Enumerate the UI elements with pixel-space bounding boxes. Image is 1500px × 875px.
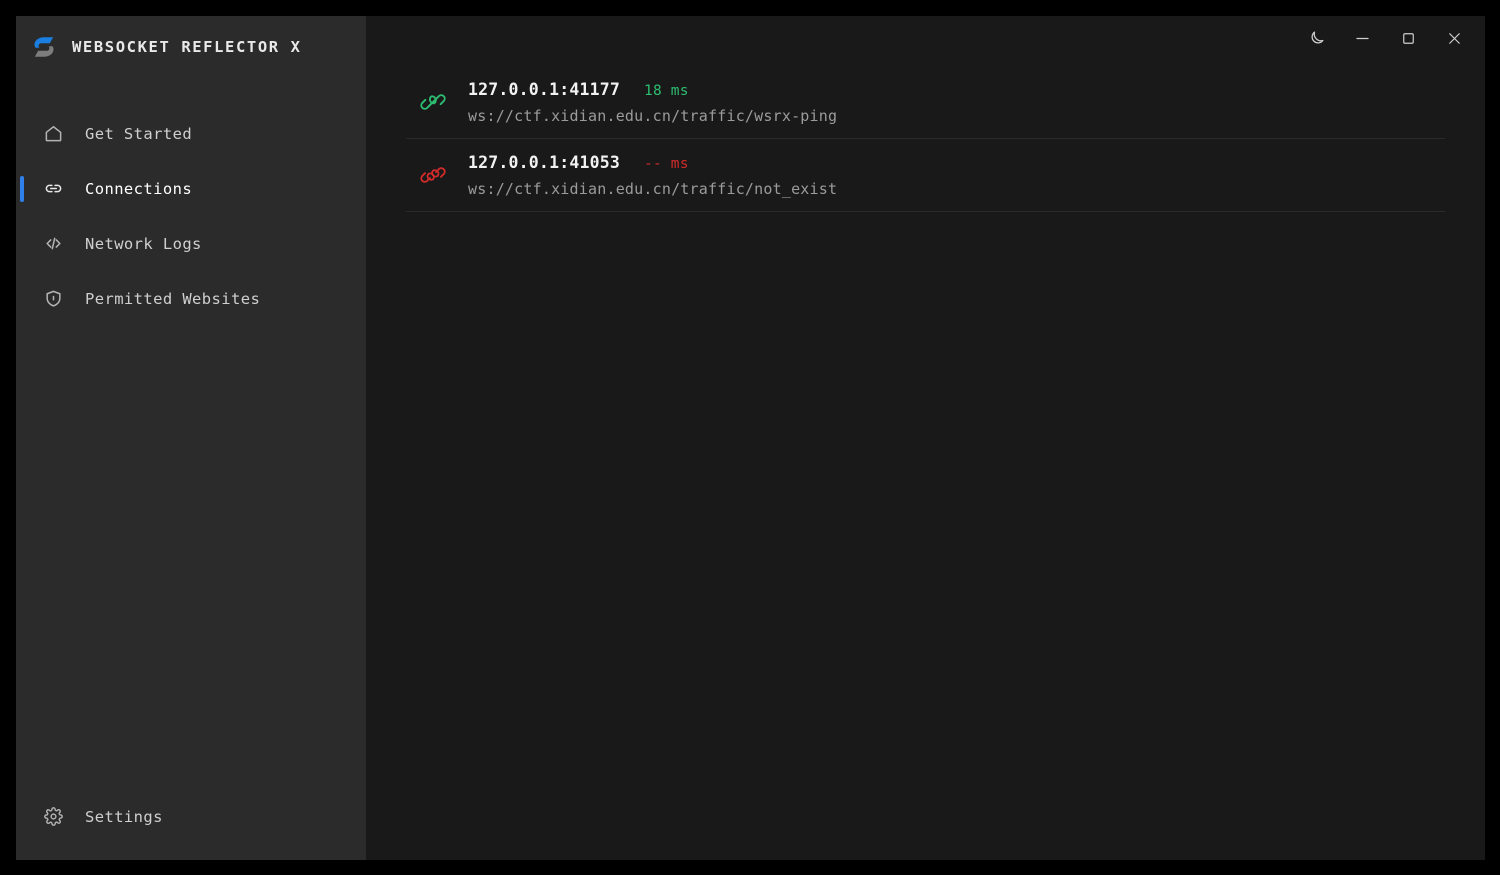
- close-icon: [1445, 29, 1464, 48]
- theme-toggle-button[interactable]: [1293, 21, 1339, 55]
- connection-row[interactable]: 127.0.0.1:41053 -- ms ws://ctf.xidian.ed…: [406, 139, 1445, 212]
- sidebar-bottom-nav: Settings: [16, 789, 366, 844]
- connection-info: 127.0.0.1:41177 18 ms ws://ctf.xidian.ed…: [468, 80, 837, 125]
- sidebar-item-connections[interactable]: Connections: [16, 161, 366, 216]
- connection-row[interactable]: 127.0.0.1:41177 18 ms ws://ctf.xidian.ed…: [406, 66, 1445, 139]
- moon-icon: [1307, 29, 1326, 48]
- sidebar-item-label: Permitted Websites: [85, 289, 261, 308]
- link-icon: [420, 89, 446, 115]
- sidebar-item-label: Network Logs: [85, 234, 202, 253]
- maximize-button[interactable]: [1385, 21, 1431, 55]
- maximize-icon: [1399, 29, 1418, 48]
- app-window: WEBSOCKET REFLECTOR X Get Started Connec…: [16, 16, 1485, 860]
- sidebar-item-network-logs[interactable]: Network Logs: [16, 216, 366, 271]
- sidebar-item-get-started[interactable]: Get Started: [16, 106, 366, 161]
- connection-header: 127.0.0.1:41177 18 ms: [468, 80, 837, 99]
- titlebar[interactable]: [366, 16, 1485, 60]
- connections-list: 127.0.0.1:41177 18 ms ws://ctf.xidian.ed…: [366, 66, 1485, 212]
- shield-icon: [44, 289, 63, 308]
- connection-address: 127.0.0.1:41053: [468, 152, 621, 172]
- brand: WEBSOCKET REFLECTOR X: [16, 18, 366, 76]
- connection-address: 127.0.0.1:41177: [468, 79, 621, 99]
- connection-latency: 18 ms: [644, 82, 689, 99]
- code-icon: [44, 234, 63, 253]
- unlink-icon: [420, 162, 446, 188]
- sidebar-item-permitted-websites[interactable]: Permitted Websites: [16, 271, 366, 326]
- sidebar-item-settings[interactable]: Settings: [16, 789, 366, 844]
- sidebar-nav: Get Started Connections Network Logs Per…: [16, 106, 366, 326]
- close-button[interactable]: [1431, 21, 1477, 55]
- home-icon: [44, 124, 63, 143]
- wsrx-hex-logo-icon: [30, 33, 58, 61]
- minimize-button[interactable]: [1339, 21, 1385, 55]
- link-icon: [44, 179, 63, 198]
- connection-info: 127.0.0.1:41053 -- ms ws://ctf.xidian.ed…: [468, 153, 837, 198]
- sidebar: WEBSOCKET REFLECTOR X Get Started Connec…: [16, 16, 366, 860]
- minimize-icon: [1353, 29, 1372, 48]
- connection-header: 127.0.0.1:41053 -- ms: [468, 153, 837, 172]
- main-panel: 127.0.0.1:41177 18 ms ws://ctf.xidian.ed…: [366, 16, 1485, 860]
- sidebar-item-label: Connections: [85, 179, 193, 198]
- sidebar-item-label: Settings: [85, 807, 163, 826]
- connection-url: ws://ctf.xidian.edu.cn/traffic/not_exist: [468, 179, 838, 198]
- app-title: WEBSOCKET REFLECTOR X: [72, 38, 302, 56]
- gear-icon: [44, 807, 63, 826]
- connection-url: ws://ctf.xidian.edu.cn/traffic/wsrx-ping: [468, 106, 838, 125]
- sidebar-item-label: Get Started: [85, 124, 193, 143]
- connection-latency: -- ms: [644, 155, 689, 172]
